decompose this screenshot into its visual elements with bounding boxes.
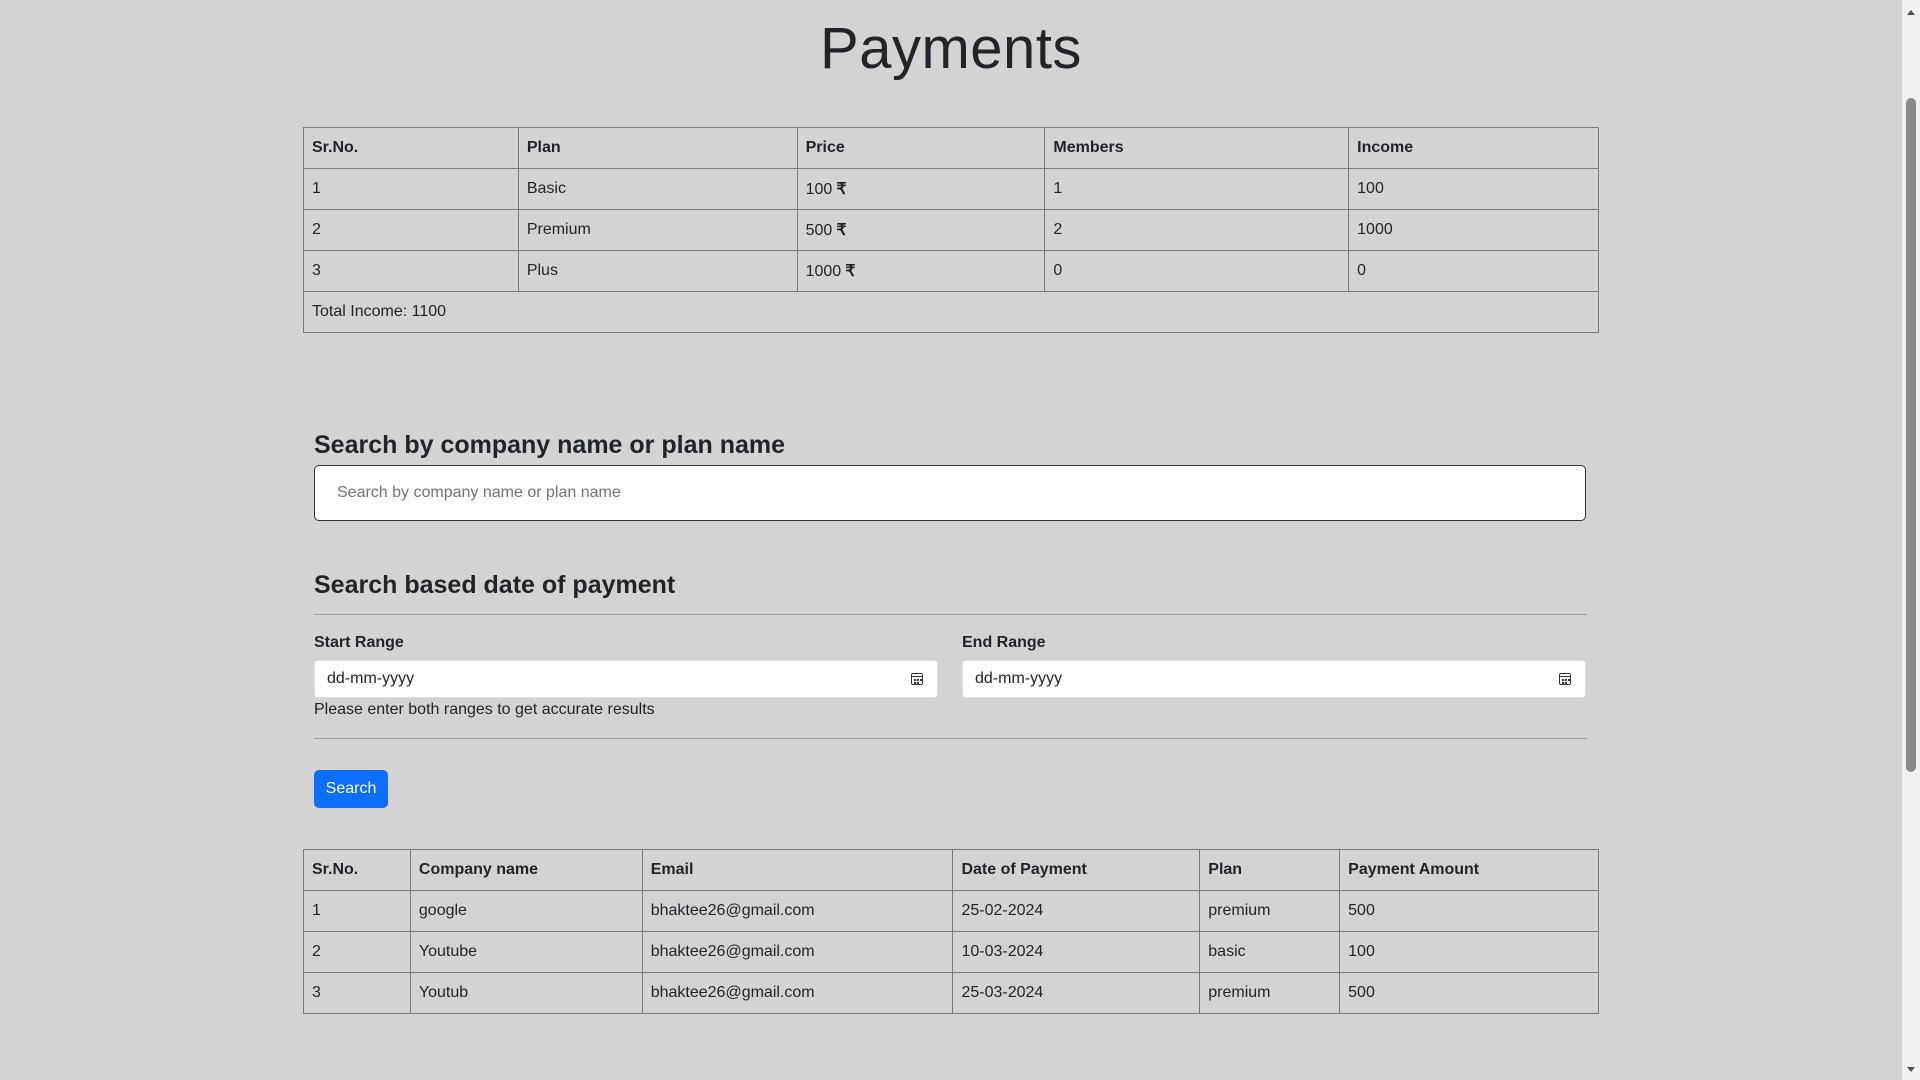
payment-email: bhaktee26@gmail.com <box>641 890 954 932</box>
plan-srno: 1 <box>303 168 519 210</box>
start-range-input[interactable]: dd-mm-yyyy <box>314 660 938 698</box>
scroll-thumb[interactable] <box>1906 98 1916 772</box>
plans-header-price: Price <box>796 127 1046 169</box>
plans-header-row: Sr.No. Plan Price Members Income <box>303 127 1599 169</box>
plans-header-srno: Sr.No. <box>303 127 519 169</box>
payments-table: Sr.No. Company name Email Date of Paymen… <box>303 849 1599 1014</box>
table-row: 2 Youtube bhaktee26@gmail.com 10-03-2024… <box>303 931 1599 973</box>
search-button[interactable]: Search <box>314 770 388 808</box>
search-input[interactable] <box>314 465 1586 521</box>
plan-price-cell: 100 ₹ <box>796 168 1046 210</box>
payment-plan: premium <box>1199 972 1341 1014</box>
plan-price-cell: 500 ₹ <box>796 209 1046 251</box>
payments-header-company: Company name <box>409 849 643 891</box>
payment-email: bhaktee26@gmail.com <box>641 931 954 973</box>
page-title: Payments <box>820 16 1082 81</box>
table-row: 1 google bhaktee26@gmail.com 25-02-2024 … <box>303 890 1599 932</box>
plan-income: 0 <box>1348 250 1599 292</box>
plan-price: 500 <box>805 222 833 239</box>
start-range-label: Start Range <box>314 634 404 651</box>
table-row: 3 Youtub bhaktee26@gmail.com 25-03-2024 … <box>303 972 1599 1014</box>
payment-plan: basic <box>1199 931 1341 973</box>
rupee-icon: ₹ <box>836 181 847 198</box>
calendar-icon[interactable] <box>1559 673 1571 685</box>
plan-members: 0 <box>1044 250 1350 292</box>
plan-name: Plus <box>517 250 798 292</box>
payment-amount: 500 <box>1339 972 1599 1014</box>
end-range-input[interactable]: dd-mm-yyyy <box>962 660 1586 698</box>
plans-header-members: Members <box>1044 127 1350 169</box>
payment-srno: 2 <box>303 931 411 973</box>
date-range-hint: Please enter both ranges to get accurate… <box>314 701 655 718</box>
rupee-icon: ₹ <box>836 222 847 239</box>
scroll-down-icon[interactable] <box>1907 1067 1915 1072</box>
table-row: 1 Basic 100 ₹ 1 100 <box>303 168 1599 210</box>
payments-page: Payments Sr.No. Plan Price Members Incom… <box>0 0 1902 1080</box>
plans-header-plan: Plan <box>517 127 798 169</box>
payments-header-email: Email <box>641 849 954 891</box>
end-range-value: dd-mm-yyyy <box>975 670 1063 687</box>
plan-name: Basic <box>517 168 798 210</box>
plan-srno: 2 <box>303 209 519 251</box>
plan-members: 2 <box>1044 209 1350 251</box>
rupee-icon: ₹ <box>845 263 856 280</box>
divider <box>314 614 1587 615</box>
payment-amount: 500 <box>1339 890 1599 932</box>
start-range-value: dd-mm-yyyy <box>327 670 415 687</box>
payment-amount: 100 <box>1339 931 1599 973</box>
search-heading: Search by company name or plan name <box>314 431 785 459</box>
payment-company: Youtub <box>409 972 643 1014</box>
payment-srno: 3 <box>303 972 411 1014</box>
vertical-scrollbar[interactable] <box>1902 0 1920 1080</box>
plan-srno: 3 <box>303 250 519 292</box>
plan-income: 100 <box>1348 168 1599 210</box>
plans-header-income: Income <box>1348 127 1599 169</box>
plan-name: Premium <box>517 209 798 251</box>
plan-income: 1000 <box>1348 209 1599 251</box>
plan-members: 1 <box>1044 168 1350 210</box>
payments-header-plan: Plan <box>1199 849 1341 891</box>
plan-price-cell: 1000 ₹ <box>796 250 1046 292</box>
scroll-up-icon[interactable] <box>1907 10 1915 15</box>
payments-header-row: Sr.No. Company name Email Date of Paymen… <box>303 849 1599 891</box>
payment-plan: premium <box>1199 890 1341 932</box>
payment-company: Youtube <box>409 931 643 973</box>
payments-header-srno: Sr.No. <box>303 849 411 891</box>
table-row: 3 Plus 1000 ₹ 0 0 <box>303 250 1599 292</box>
payment-srno: 1 <box>303 890 411 932</box>
total-income-row: Total Income: 1100 <box>303 291 1599 333</box>
total-income: Total Income: 1100 <box>303 291 1599 333</box>
divider <box>314 738 1587 739</box>
table-row: 2 Premium 500 ₹ 2 1000 <box>303 209 1599 251</box>
plan-price: 100 <box>805 181 833 198</box>
payment-email: bhaktee26@gmail.com <box>641 972 954 1014</box>
plans-table: Sr.No. Plan Price Members Income 1 Basic… <box>303 127 1599 333</box>
payment-date: 10-03-2024 <box>952 931 1201 973</box>
plan-price: 1000 <box>805 263 842 280</box>
payments-header-date: Date of Payment <box>952 849 1201 891</box>
payment-company: google <box>409 890 643 932</box>
end-range-label: End Range <box>962 634 1046 651</box>
date-search-heading: Search based date of payment <box>314 571 676 599</box>
payments-header-amount: Payment Amount <box>1339 849 1599 891</box>
calendar-icon[interactable] <box>911 673 923 685</box>
payment-date: 25-03-2024 <box>952 972 1201 1014</box>
payment-date: 25-02-2024 <box>952 890 1201 932</box>
